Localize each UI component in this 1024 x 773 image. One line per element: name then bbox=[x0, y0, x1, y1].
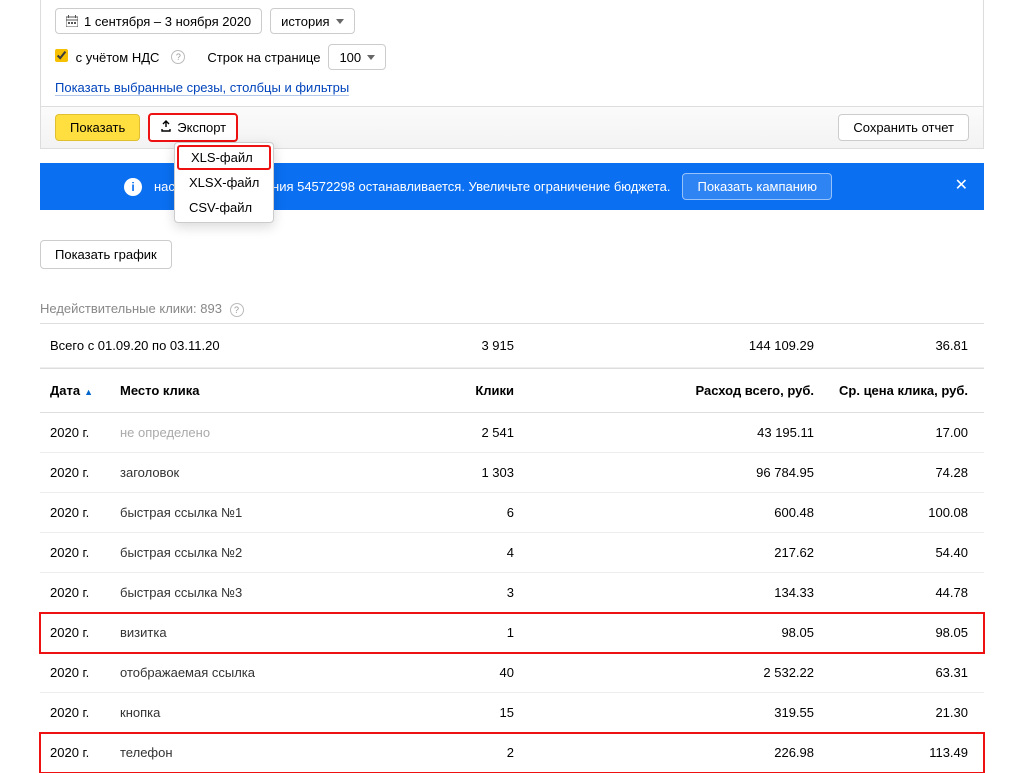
header-spend[interactable]: Расход всего, руб. bbox=[520, 383, 820, 398]
export-xls-item[interactable]: XLS-файл bbox=[177, 145, 271, 170]
cell-spend: 43 195.11 bbox=[520, 425, 820, 440]
export-dropdown: XLS-файл XLSX-файл CSV-файл bbox=[174, 142, 274, 223]
cell-spend: 217.62 bbox=[520, 545, 820, 560]
header-date[interactable]: Дата bbox=[50, 383, 120, 398]
cell-click-location: отображаемая ссылка bbox=[120, 665, 360, 680]
table-row: 2020 г.кнопка15319.5521.30 bbox=[40, 693, 984, 733]
cell-date: 2020 г. bbox=[50, 465, 120, 480]
cell-spend: 319.55 bbox=[520, 705, 820, 720]
date-range-text: 1 сентября – 3 ноября 2020 bbox=[84, 14, 251, 29]
export-label: Экспорт bbox=[177, 120, 226, 135]
total-cpc: 36.81 bbox=[820, 338, 974, 353]
cell-cpc: 98.05 bbox=[820, 625, 974, 640]
total-clicks: 3 915 bbox=[360, 338, 520, 353]
show-button[interactable]: Показать bbox=[55, 114, 140, 141]
cell-click-location: кнопка bbox=[120, 705, 360, 720]
date-range-selector[interactable]: 1 сентября – 3 ноября 2020 bbox=[55, 8, 262, 34]
cell-clicks: 15 bbox=[360, 705, 520, 720]
cell-clicks: 4 bbox=[360, 545, 520, 560]
export-button[interactable]: Экспорт bbox=[148, 113, 238, 142]
table-row: 2020 г.быстрая ссылка №16600.48100.08 bbox=[40, 493, 984, 533]
cell-click-location: быстрая ссылка №1 bbox=[120, 505, 360, 520]
cell-click-location: быстрая ссылка №2 bbox=[120, 545, 360, 560]
cell-date: 2020 г. bbox=[50, 625, 120, 640]
cell-click-location: визитка bbox=[120, 625, 360, 640]
cell-spend: 98.05 bbox=[520, 625, 820, 640]
header-clicks[interactable]: Клики bbox=[360, 383, 520, 398]
help-icon[interactable]: ? bbox=[230, 303, 244, 317]
export-xlsx-item[interactable]: XLSX-файл bbox=[175, 170, 273, 195]
header-click-location[interactable]: Место клика bbox=[120, 383, 360, 398]
cell-cpc: 100.08 bbox=[820, 505, 974, 520]
calendar-icon bbox=[66, 15, 78, 27]
table-header-row: Дата Место клика Клики Расход всего, руб… bbox=[40, 368, 984, 413]
filter-panel: 1 сентября – 3 ноября 2020 история с учё… bbox=[40, 0, 984, 107]
table-row: 2020 г.отображаемая ссылка402 532.2263.3… bbox=[40, 653, 984, 693]
cell-cpc: 74.28 bbox=[820, 465, 974, 480]
cell-date: 2020 г. bbox=[50, 585, 120, 600]
export-icon bbox=[160, 120, 172, 135]
cell-cpc: 63.31 bbox=[820, 665, 974, 680]
perpage-value: 100 bbox=[339, 50, 361, 65]
save-report-button[interactable]: Сохранить отчет bbox=[838, 114, 969, 141]
table-row: 2020 г.быстрая ссылка №24217.6254.40 bbox=[40, 533, 984, 573]
chevron-down-icon bbox=[336, 19, 344, 24]
table-row: 2020 г.визитка198.0598.05 bbox=[40, 613, 984, 653]
history-selector[interactable]: история bbox=[270, 8, 354, 34]
total-spend: 144 109.29 bbox=[520, 338, 820, 353]
cell-date: 2020 г. bbox=[50, 425, 120, 440]
cell-spend: 2 532.22 bbox=[520, 665, 820, 680]
show-filters-link[interactable]: Показать выбранные срезы, столбцы и филь… bbox=[55, 80, 349, 96]
cell-clicks: 40 bbox=[360, 665, 520, 680]
info-icon: i bbox=[124, 178, 142, 196]
nds-checkbox[interactable]: с учётом НДС bbox=[55, 49, 159, 65]
stats-table: Всего с 01.09.20 по 03.11.20 3 915 144 1… bbox=[40, 323, 984, 773]
cell-clicks: 2 541 bbox=[360, 425, 520, 440]
cell-click-location: не определено bbox=[120, 425, 360, 440]
total-label: Всего с 01.09.20 по 03.11.20 bbox=[50, 338, 360, 353]
header-cpc[interactable]: Ср. цена клика, руб. bbox=[820, 383, 974, 398]
table-row: 2020 г.не определено2 54143 195.1117.00 bbox=[40, 413, 984, 453]
invalid-clicks-value: 893 bbox=[200, 301, 222, 316]
cell-cpc: 21.30 bbox=[820, 705, 974, 720]
cell-cpc: 54.40 bbox=[820, 545, 974, 560]
cell-spend: 96 784.95 bbox=[520, 465, 820, 480]
help-icon[interactable]: ? bbox=[171, 50, 185, 64]
table-row: 2020 г.телефон2226.98113.49 bbox=[40, 733, 984, 773]
history-label: история bbox=[281, 14, 329, 29]
show-graph-button[interactable]: Показать график bbox=[40, 240, 172, 269]
cell-date: 2020 г. bbox=[50, 665, 120, 680]
table-total-row: Всего с 01.09.20 по 03.11.20 3 915 144 1… bbox=[40, 324, 984, 368]
close-icon[interactable]: ✕ bbox=[955, 175, 968, 195]
invalid-clicks: Недействительные клики: 893 ? bbox=[40, 301, 984, 317]
cell-spend: 600.48 bbox=[520, 505, 820, 520]
cell-clicks: 1 bbox=[360, 625, 520, 640]
cell-cpc: 44.78 bbox=[820, 585, 974, 600]
chevron-down-icon bbox=[367, 55, 375, 60]
cell-date: 2020 г. bbox=[50, 705, 120, 720]
cell-spend: 134.33 bbox=[520, 585, 820, 600]
cell-date: 2020 г. bbox=[50, 505, 120, 520]
table-row: 2020 г.быстрая ссылка №33134.3344.78 bbox=[40, 573, 984, 613]
cell-click-location: быстрая ссылка №3 bbox=[120, 585, 360, 600]
cell-cpc: 17.00 bbox=[820, 425, 974, 440]
export-csv-item[interactable]: CSV-файл bbox=[175, 195, 273, 220]
perpage-selector[interactable]: 100 bbox=[328, 44, 386, 70]
nds-label: с учётом НДС bbox=[76, 50, 160, 65]
table-row: 2020 г.заголовок1 30396 784.9574.28 bbox=[40, 453, 984, 493]
perpage-label: Строк на странице bbox=[207, 50, 320, 65]
cell-click-location: заголовок bbox=[120, 465, 360, 480]
invalid-clicks-label: Недействительные клики: bbox=[40, 301, 197, 316]
cell-clicks: 1 303 bbox=[360, 465, 520, 480]
show-campaign-button[interactable]: Показать кампанию bbox=[682, 173, 831, 200]
cell-clicks: 6 bbox=[360, 505, 520, 520]
cell-date: 2020 г. bbox=[50, 545, 120, 560]
cell-clicks: 3 bbox=[360, 585, 520, 600]
